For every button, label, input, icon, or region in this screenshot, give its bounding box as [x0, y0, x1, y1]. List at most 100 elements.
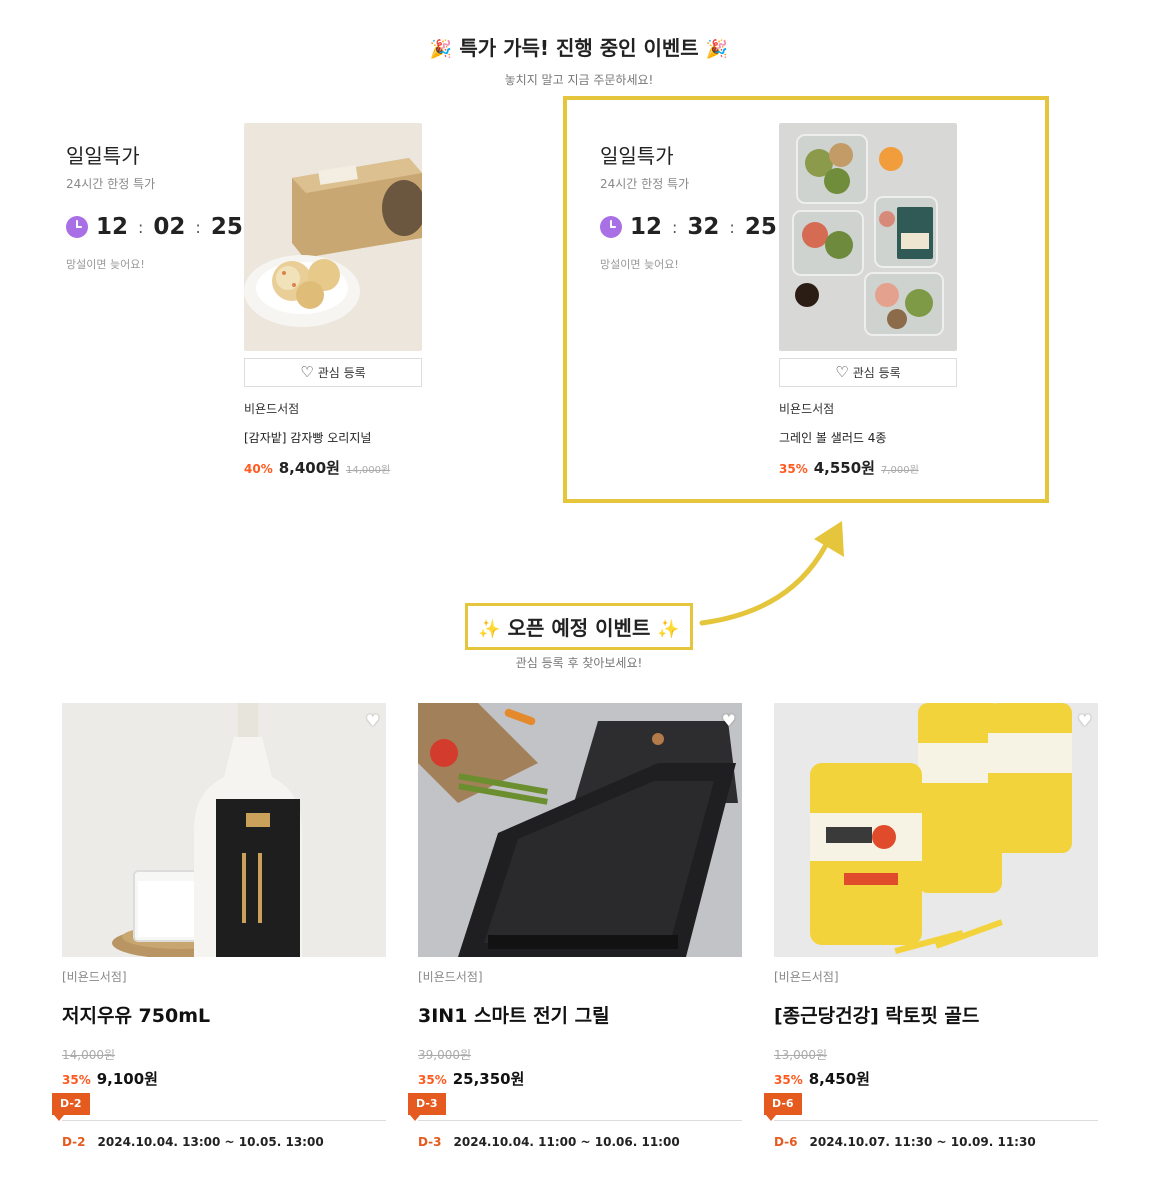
daily-deal-info: 일일특가 24시간 한정 특가 12:02:25 망설이면 늦어요! [66, 140, 243, 272]
section-title: ✨ 오픈 예정 이벤트 ✨ [478, 616, 680, 640]
deal-note: 망설이면 늦어요! [66, 258, 145, 271]
timer-separator: : [729, 217, 735, 237]
original-price: 13,000원 [774, 1048, 828, 1062]
discount-rate: 35% [62, 1073, 91, 1087]
product-image-potato-bread[interactable] [244, 123, 422, 351]
section-header-upcoming: ✨ 오픈 예정 이벤트 ✨ 관심 등록 후 찾아보세요! [0, 603, 1158, 671]
sale-price: 9,100원 [96, 1070, 158, 1088]
dday-label: D-6 [774, 1135, 798, 1149]
discount-rate: 35% [418, 1073, 447, 1087]
dday-area: D-6 [764, 1091, 1098, 1121]
clock-icon [66, 216, 88, 238]
product-seller: [비욘드서점] [62, 970, 127, 984]
product-price: 35% 9,100원 [62, 1068, 386, 1089]
countdown-timer: 12:32:25 [600, 214, 777, 240]
upcoming-card[interactable]: ♥ [비욘드서점] 3IN1 스마트 전기 그릴 39,000원 35% 25,… [408, 703, 742, 1149]
sale-price: 8,400원 [278, 459, 340, 477]
product-price: 35% 8,450원 [774, 1068, 1098, 1089]
product-price: 35% 25,350원 [418, 1068, 742, 1089]
wishlist-button[interactable]: ♡ 관심 등록 [244, 358, 422, 387]
heart-icon[interactable]: ♥ [1078, 711, 1092, 730]
timer-seconds: 25 [744, 214, 777, 240]
heart-icon[interactable]: ♥ [722, 711, 736, 730]
wishlist-button[interactable]: ♡ 관심 등록 [779, 358, 957, 387]
discount-rate: 40% [244, 462, 273, 476]
product-price: 40% 8,400원 14,000원 [244, 457, 422, 478]
product-name[interactable]: 그레인 볼 샐러드 4종 [779, 429, 957, 446]
product-seller: 비욘드서점 [244, 402, 300, 416]
section-title-text: 특가 가득! 진행 중인 이벤트 [459, 36, 699, 60]
discount-rate: 35% [779, 462, 808, 476]
discount-rate: 35% [774, 1073, 803, 1087]
dday-badge: D-3 [408, 1093, 446, 1121]
timer-seconds: 25 [210, 214, 243, 240]
sparkles-icon: ✨ [478, 619, 501, 640]
product-name[interactable]: [감자밭] 감자빵 오리지널 [244, 429, 422, 446]
product-image-electric-grill[interactable]: ♥ [418, 703, 742, 957]
date-range: 2024.10.04. 11:00 ~ 10.06. 11:00 [453, 1135, 680, 1149]
sale-price: 8,450원 [808, 1070, 870, 1088]
section-title-text: 오픈 예정 이벤트 [507, 616, 651, 640]
timer-separator: : [672, 217, 678, 237]
divider [62, 1120, 386, 1121]
event-period: D-2 2024.10.04. 13:00 ~ 10.05. 13:00 [62, 1135, 386, 1149]
divider [418, 1120, 742, 1121]
deal-subtitle: 24시간 한정 특가 [66, 177, 156, 191]
timer-hours: 12 [96, 214, 129, 240]
product-seller: 비욘드서점 [779, 402, 835, 416]
product-image-lactofit[interactable]: ♥ [774, 703, 1098, 957]
clock-icon [600, 216, 622, 238]
heart-outline-icon: ♡ [300, 363, 314, 381]
wishlist-label: 관심 등록 [317, 366, 366, 380]
deal-note: 망설이면 늦어요! [600, 258, 679, 271]
product-image-salad-bowls[interactable] [779, 123, 957, 351]
heart-icon[interactable]: ♥ [366, 711, 380, 730]
daily-deal-info: 일일특가 24시간 한정 특가 12:32:25 망설이면 늦어요! [600, 140, 777, 272]
timer-separator: : [195, 217, 201, 237]
section-subtitle: 관심 등록 후 찾아보세요! [515, 656, 643, 670]
deal-title: 일일특가 [66, 144, 140, 168]
dday-area: D-2 [52, 1091, 386, 1121]
sale-price: 25,350원 [452, 1070, 525, 1088]
event-period: D-6 2024.10.07. 11:30 ~ 10.09. 11:30 [774, 1135, 1098, 1149]
date-range: 2024.10.07. 11:30 ~ 10.09. 11:30 [809, 1135, 1036, 1149]
section-title: 🎉 특가 가득! 진행 중인 이벤트 🎉 [0, 32, 1158, 61]
timer-separator: : [138, 217, 144, 237]
dday-label: D-3 [418, 1135, 442, 1149]
party-popper-icon: 🎉 [705, 39, 729, 60]
section-header-ongoing: 🎉 특가 가득! 진행 중인 이벤트 🎉 놓치지 말고 지금 주문하세요! [0, 32, 1158, 88]
product-name[interactable]: 저지우유 750mL [62, 1001, 386, 1028]
dday-badge: D-6 [764, 1093, 802, 1121]
original-price: 39,000원 [418, 1048, 472, 1062]
timer-minutes: 32 [687, 214, 720, 240]
product-image-jersey-milk[interactable]: ♥ [62, 703, 386, 957]
sparkles-icon: ✨ [657, 619, 680, 640]
wishlist-label: 관심 등록 [852, 366, 901, 380]
dday-area: D-3 [408, 1091, 742, 1121]
original-price: 7,000원 [880, 465, 919, 476]
date-range: 2024.10.04. 13:00 ~ 10.05. 13:00 [97, 1135, 324, 1149]
original-price: 14,000원 [62, 1048, 116, 1062]
product-name[interactable]: 3IN1 스마트 전기 그릴 [418, 1001, 742, 1028]
event-period: D-3 2024.10.04. 11:00 ~ 10.06. 11:00 [418, 1135, 742, 1149]
product-seller: [비욘드서점] [774, 970, 839, 984]
upcoming-title-box: ✨ 오픈 예정 이벤트 ✨ [465, 603, 693, 650]
deal-title: 일일특가 [600, 144, 674, 168]
upcoming-card[interactable]: ♥ [비욘드서점] [종근당건강] 락토핏 골드 13,000원 35% 8,4… [764, 703, 1098, 1149]
daily-deal-product: ♡ 관심 등록 비욘드서점 그레인 볼 샐러드 4종 35% 4,550원 7,… [779, 123, 957, 478]
divider [774, 1120, 1098, 1121]
product-name[interactable]: [종근당건강] 락토핏 골드 [774, 1001, 1098, 1028]
sale-price: 4,550원 [813, 459, 875, 477]
heart-outline-icon: ♡ [835, 363, 849, 381]
daily-deal-product: ♡ 관심 등록 비욘드서점 [감자밭] 감자빵 오리지널 40% 8,400원 … [244, 123, 422, 478]
product-price: 35% 4,550원 7,000원 [779, 457, 957, 478]
dday-badge: D-2 [52, 1093, 90, 1121]
deal-subtitle: 24시간 한정 특가 [600, 177, 690, 191]
timer-minutes: 02 [153, 214, 186, 240]
section-subtitle: 놓치지 말고 지금 주문하세요! [504, 73, 654, 87]
dday-label: D-2 [62, 1135, 86, 1149]
party-popper-icon: 🎉 [429, 39, 453, 60]
upcoming-card[interactable]: ♥ [비욘드서점] 저지우유 750mL 14,000원 35% 9,100원 … [52, 703, 386, 1149]
countdown-timer: 12:02:25 [66, 214, 243, 240]
original-price: 14,000원 [345, 465, 391, 476]
